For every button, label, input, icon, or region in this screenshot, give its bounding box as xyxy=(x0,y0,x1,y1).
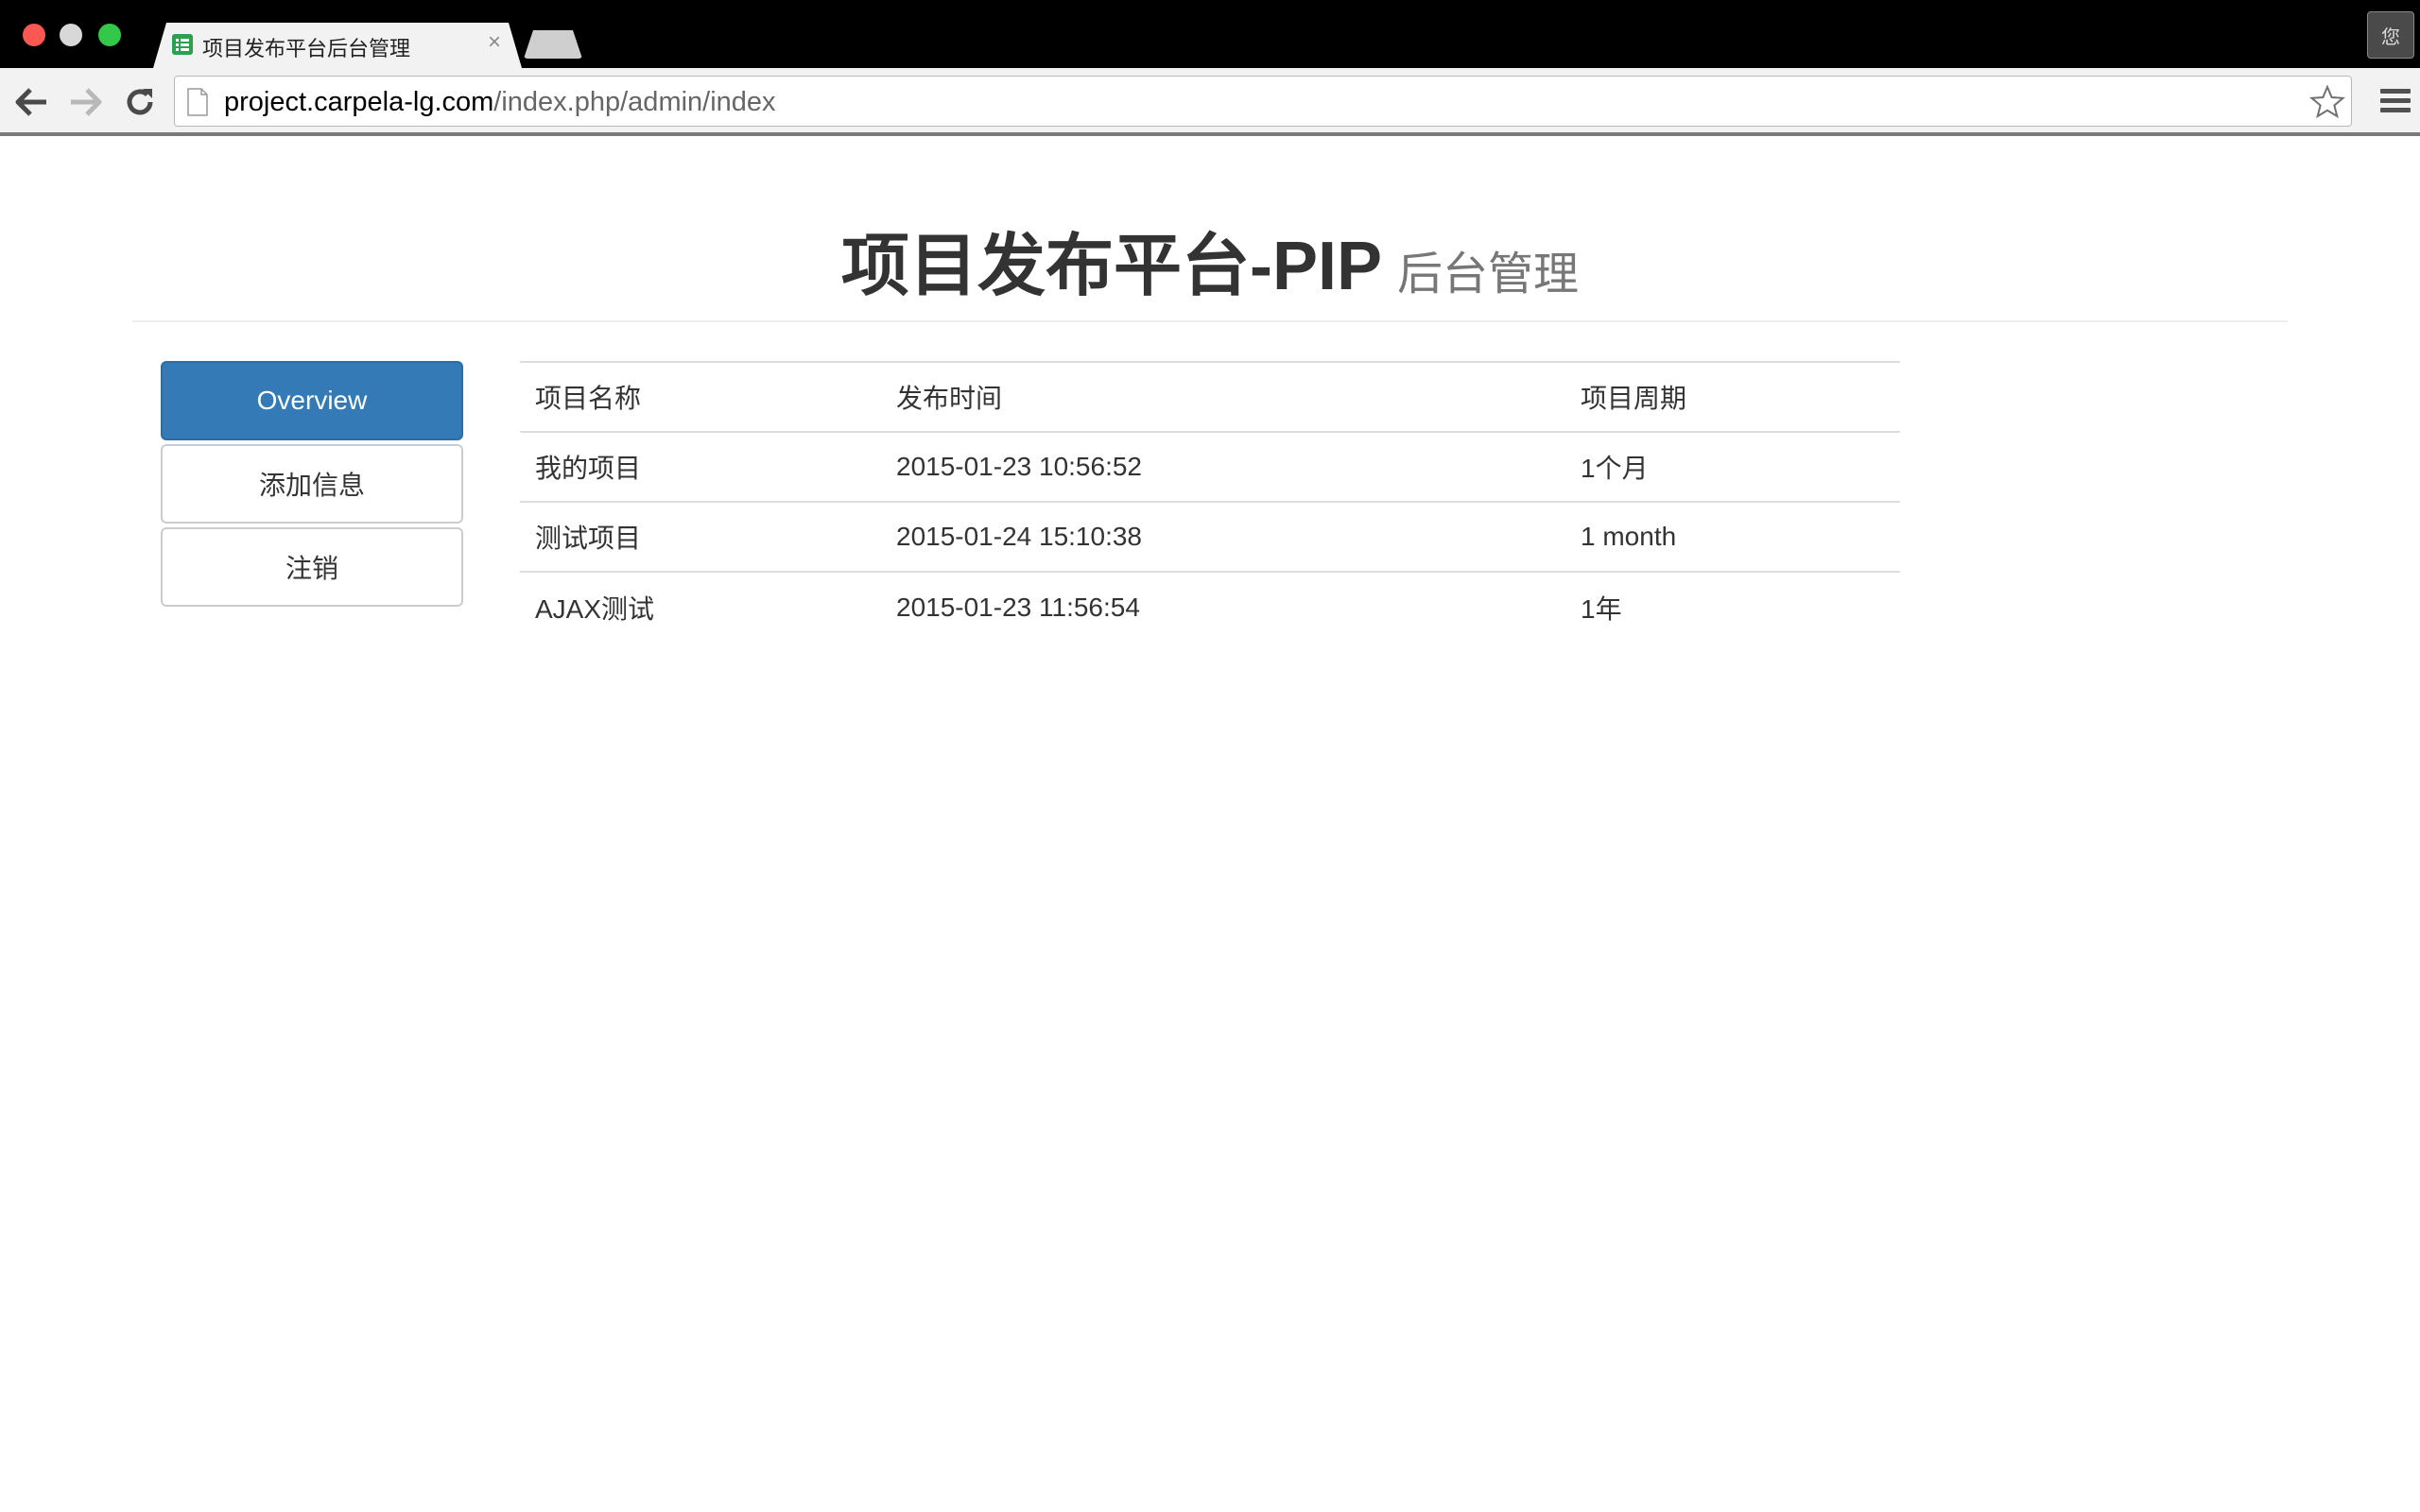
tab-title: 项目发布平台后台管理 xyxy=(202,37,411,60)
page-title-main: 项目发布平台-PIP xyxy=(840,229,1382,304)
cell-time: 2015-01-23 10:56:52 xyxy=(896,452,1142,481)
projects-table: 项目名称 发布时间 项目周期 我的项目 2015-01-23 10:56:52 … xyxy=(520,361,1900,642)
minimize-window-button[interactable] xyxy=(60,24,82,46)
arrow-left-icon xyxy=(15,88,46,116)
cell-name: AJAX测试 xyxy=(520,571,881,642)
cell-period: 1 month xyxy=(1565,501,1900,572)
cell-period: 1个月 xyxy=(1581,454,1649,483)
maximize-window-button[interactable] xyxy=(98,24,121,46)
sidebar-item-add-info[interactable]: 添加信息 xyxy=(161,444,463,524)
close-window-button[interactable] xyxy=(23,24,45,46)
cell-name: 我的项目 xyxy=(535,454,642,483)
column-header-period: 项目周期 xyxy=(1565,361,1900,433)
table-header-row: 项目名称 发布时间 项目周期 xyxy=(520,361,1900,433)
browser-menu-icon[interactable] xyxy=(2380,89,2411,117)
arrow-right-icon xyxy=(71,88,102,116)
url-path: /index.php/admin/index xyxy=(493,87,776,117)
new-tab-button[interactable] xyxy=(524,30,582,59)
cell-name: 测试项目 xyxy=(520,501,881,572)
sidebar-item-logout[interactable]: 注销 xyxy=(161,527,463,607)
column-header-name: 项目名称 xyxy=(520,361,881,433)
url-host: project.carpela-lg.com xyxy=(224,87,494,117)
back-button[interactable] xyxy=(13,85,51,119)
cell-period: 1年 xyxy=(1565,571,1900,642)
page-header: 项目发布平台-PIP 后台管理 xyxy=(132,136,2288,322)
list-favicon-icon xyxy=(172,34,193,55)
url-text[interactable]: project.carpela-lg.com/index.php/admin/i… xyxy=(224,88,776,116)
tab-close-icon[interactable]: × xyxy=(488,31,501,54)
forward-button[interactable] xyxy=(66,85,104,119)
browser-toolbar: project.carpela-lg.com/index.php/admin/i… xyxy=(0,68,2420,136)
address-bar[interactable]: project.carpela-lg.com/index.php/admin/i… xyxy=(174,76,2352,127)
browser-tab-active[interactable]: 项目发布平台后台管理 × xyxy=(153,23,522,68)
cell-time: 2015-01-24 15:10:38 xyxy=(881,501,1565,572)
column-header-time: 发布时间 xyxy=(881,361,1565,433)
sidebar-nav: Overview 添加信息 注销 xyxy=(161,361,463,610)
browser-tab-bar: 项目发布平台后台管理 × 您 xyxy=(0,0,2420,68)
sidebar-item-overview[interactable]: Overview xyxy=(161,361,463,440)
page-icon xyxy=(187,88,208,116)
bookmark-star-icon[interactable] xyxy=(2309,85,2345,119)
table-row: 我的项目 2015-01-23 10:56:52 1个月 xyxy=(520,432,1900,502)
table-row: 测试项目 2015-01-24 15:10:38 1 month xyxy=(520,501,1900,572)
table-row: AJAX测试 2015-01-23 11:56:54 1年 xyxy=(520,571,1900,642)
profile-button[interactable]: 您 xyxy=(2367,11,2414,59)
page-title: 项目发布平台-PIP 后台管理 xyxy=(132,210,2288,309)
page-subtitle: 后台管理 xyxy=(1397,249,1580,300)
reload-icon xyxy=(127,89,153,115)
reload-button[interactable] xyxy=(121,85,159,119)
cell-time: 2015-01-23 11:56:54 xyxy=(881,571,1565,642)
